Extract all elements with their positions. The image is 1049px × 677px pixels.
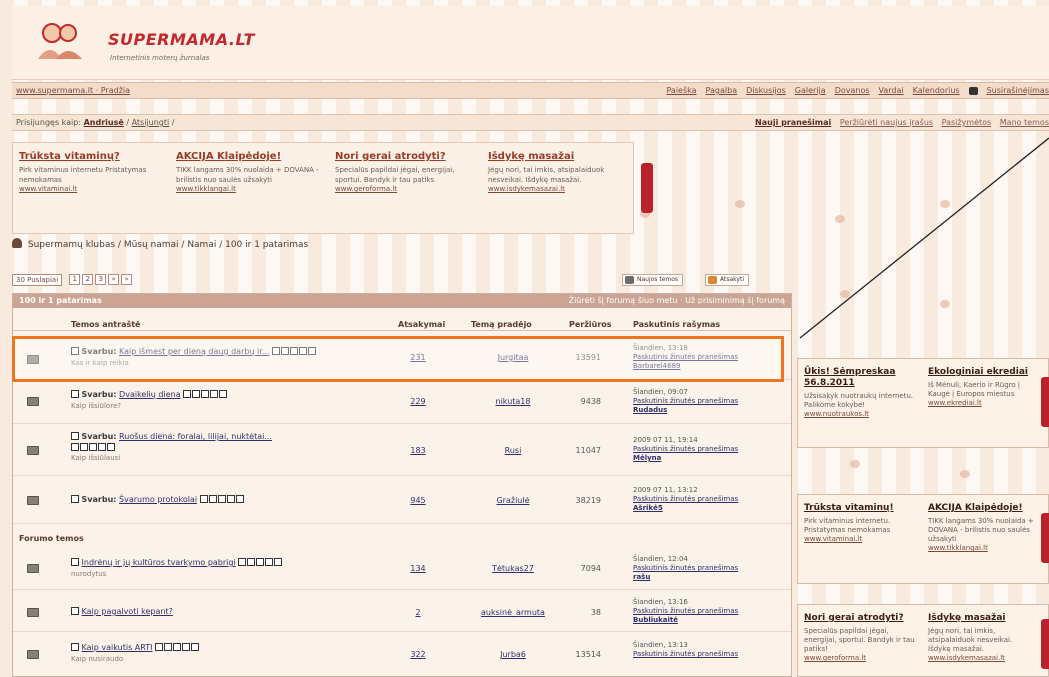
ad-title[interactable]: Ekologiniai ekrediai xyxy=(928,367,1036,378)
ad-url[interactable]: www.nuotraukos.lt xyxy=(804,410,922,418)
ad-desc: Pirk vitaminus internetu. Pristatymas ne… xyxy=(804,517,891,534)
ad-tab[interactable] xyxy=(1041,377,1049,427)
ad-title[interactable]: Išdykę masažai xyxy=(928,613,1036,624)
ad-url[interactable]: www.tikklangai.lt xyxy=(928,544,1036,552)
side-ad[interactable]: Nori gerai atrodyti? Specialūs papildai … xyxy=(804,613,922,662)
ad-url[interactable]: www.geroforma.lt xyxy=(804,654,922,662)
ad-url[interactable]: www.ekrediai.lt xyxy=(928,399,1036,407)
ad-title[interactable]: AKCIJA Klaipėdoje! xyxy=(928,503,1036,514)
ad-desc: Užsisakyk nuotraukų internetu. Palikome … xyxy=(804,392,914,409)
ad-title[interactable]: Trūksta vitaminų! xyxy=(804,503,922,514)
side-ad[interactable]: Ekologiniai ekrediai Iš Mėnuli, Kaerio i… xyxy=(928,367,1036,407)
side-ad[interactable]: Išdykę masažai Jėgų nori, tai imkis, ats… xyxy=(928,613,1036,662)
side-ad[interactable]: Ūkis! Sėmpreskaa 56.8.2011 Užsisakyk nuo… xyxy=(804,367,922,418)
ad-title[interactable]: Nori gerai atrodyti? xyxy=(804,613,922,624)
side-ad-block: Ūkis! Sėmpreskaa 56.8.2011 Užsisakyk nuo… xyxy=(797,358,1049,448)
side-ad[interactable]: AKCIJA Klaipėdoje! TIKK langams 30% nuol… xyxy=(928,503,1036,552)
ad-desc: Iš Mėnuli, Kaerio ir Rūgro į Kaugė į Eur… xyxy=(928,381,1020,398)
ad-tab[interactable] xyxy=(1041,619,1049,669)
side-ad-block: Nori gerai atrodyti? Specialūs papildai … xyxy=(797,604,1049,677)
ad-desc: Specialūs papildai jėgai, energijai, spo… xyxy=(804,627,915,653)
ad-title[interactable]: Ūkis! Sėmpreskaa 56.8.2011 xyxy=(804,367,922,389)
side-ad[interactable]: Trūksta vitaminų! Pirk vitaminus interne… xyxy=(804,503,922,543)
side-ad-block: Trūksta vitaminų! Pirk vitaminus interne… xyxy=(797,494,1049,584)
ad-desc: TIKK langams 30% nuolaida + DOVANA - bri… xyxy=(928,517,1034,543)
ad-url[interactable]: www.vitaminai.lt xyxy=(804,535,922,543)
ad-url[interactable]: www.isdykemasazai.lt xyxy=(928,654,1036,662)
ad-tab[interactable] xyxy=(1041,513,1049,563)
ad-desc: Jėgų nori, tai imkis, atsipalaiduok nesv… xyxy=(928,627,1013,653)
